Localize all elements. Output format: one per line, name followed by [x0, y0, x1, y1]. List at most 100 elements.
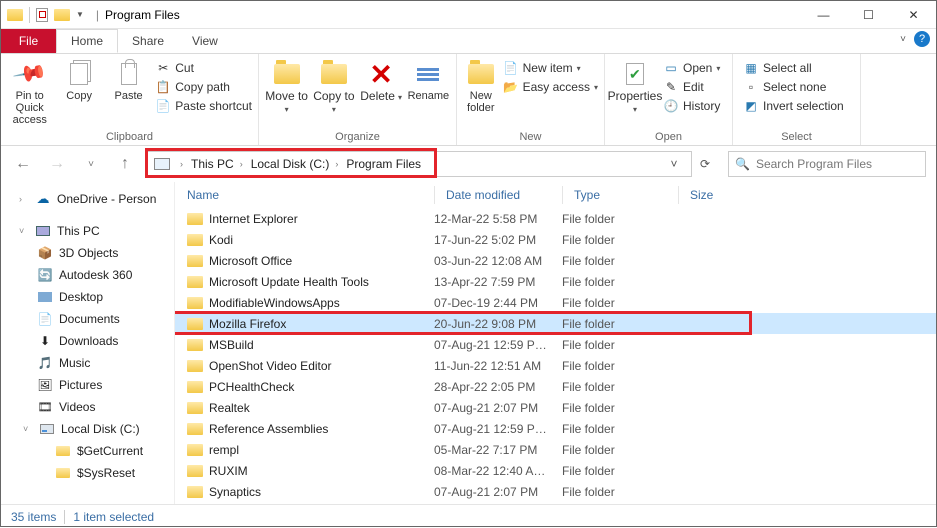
- file-row[interactable]: Microsoft Office03-Jun-22 12:08 AMFile f…: [175, 250, 936, 271]
- breadcrumb-drive[interactable]: Local Disk (C:)›: [251, 157, 343, 171]
- home-tab[interactable]: Home: [56, 29, 118, 53]
- nav-item[interactable]: $SysReset: [1, 462, 174, 484]
- nav-item[interactable]: 📄Documents: [1, 308, 174, 330]
- nav-item[interactable]: 🎞Videos: [1, 396, 174, 418]
- file-type: File folder: [562, 275, 678, 289]
- breadcrumb-folder[interactable]: Program Files: [346, 157, 421, 171]
- back-button[interactable]: ←: [11, 152, 35, 176]
- file-row[interactable]: Microsoft Update Health Tools13-Apr-22 7…: [175, 271, 936, 292]
- nav-item[interactable]: ⬇Downloads: [1, 330, 174, 352]
- column-date[interactable]: Date modified: [434, 188, 562, 202]
- file-date: 12-Mar-22 5:58 PM: [434, 212, 562, 226]
- file-name: MSBuild: [209, 338, 254, 352]
- easy-access-icon: 📂: [503, 79, 519, 95]
- paste-shortcut-button[interactable]: 📄Paste shortcut: [155, 98, 252, 114]
- separator: |: [96, 8, 99, 22]
- nav-item[interactable]: ˅Local Disk (C:): [1, 418, 174, 440]
- file-date: 07-Dec-19 2:44 PM: [434, 296, 562, 310]
- select-all-icon: ▦: [743, 60, 759, 76]
- file-row[interactable]: PCHealthCheck28-Apr-22 2:05 PMFile folde…: [175, 376, 936, 397]
- copy-to-button[interactable]: Copy to ▾: [312, 58, 355, 115]
- file-row[interactable]: rempl05-Mar-22 7:17 PMFile folder: [175, 439, 936, 460]
- file-row[interactable]: Mozilla Firefox20-Jun-22 9:08 PMFile fol…: [175, 313, 936, 334]
- file-row[interactable]: Synaptics07-Aug-21 2:07 PMFile folder: [175, 481, 936, 502]
- minimize-button[interactable]: —: [801, 1, 846, 28]
- select-all-button[interactable]: ▦Select all: [743, 60, 844, 76]
- refresh-button[interactable]: ⟳: [692, 151, 718, 177]
- address-dropdown-button[interactable]: ˅: [663, 157, 685, 171]
- folder-icon: [187, 276, 203, 288]
- delete-button[interactable]: ✕ Delete ▾: [360, 58, 403, 103]
- minimize-ribbon-icon[interactable]: ˅: [900, 34, 906, 45]
- edit-button[interactable]: ✎Edit: [663, 79, 720, 95]
- history-button[interactable]: 🕘History: [663, 98, 720, 114]
- search-placeholder: Search Program Files: [756, 157, 872, 171]
- column-type[interactable]: Type: [562, 188, 678, 202]
- file-row[interactable]: Reference Assemblies07-Aug-21 12:59 P…Fi…: [175, 418, 936, 439]
- nav-item[interactable]: 📦3D Objects: [1, 242, 174, 264]
- chevron-right-icon: ›: [335, 159, 338, 169]
- qat-chevron-icon[interactable]: ▼: [76, 10, 84, 19]
- nav-onedrive[interactable]: ›☁OneDrive - Person: [1, 188, 174, 210]
- nav-item[interactable]: 🎵Music: [1, 352, 174, 374]
- rename-button[interactable]: Rename: [407, 58, 450, 102]
- file-row[interactable]: Kodi17-Jun-22 5:02 PMFile folder: [175, 229, 936, 250]
- share-tab[interactable]: Share: [118, 29, 178, 53]
- file-row[interactable]: ModifiableWindowsApps07-Dec-19 2:44 PMFi…: [175, 292, 936, 313]
- quick-access-toolbar: ▼: [1, 7, 90, 23]
- file-name: rempl: [209, 443, 239, 457]
- file-row[interactable]: OpenShot Video Editor11-Jun-22 12:51 AMF…: [175, 355, 936, 376]
- paste-button[interactable]: Paste: [106, 58, 151, 102]
- chevron-down-icon: ▾: [398, 93, 402, 102]
- maximize-button[interactable]: ☐: [846, 1, 891, 28]
- column-size[interactable]: Size: [678, 188, 758, 202]
- file-list: Name Date modified Type Size Internet Ex…: [175, 182, 936, 504]
- properties-button[interactable]: Properties ▾: [611, 58, 659, 115]
- nav-item[interactable]: 🖼Pictures: [1, 374, 174, 396]
- column-name[interactable]: Name: [175, 188, 434, 202]
- folder-icon: [187, 318, 203, 330]
- new-folder-icon[interactable]: [54, 9, 70, 21]
- file-tab[interactable]: File: [1, 29, 56, 53]
- invert-selection-button[interactable]: ◩Invert selection: [743, 98, 844, 114]
- file-name: RUXIM: [209, 464, 248, 478]
- search-box[interactable]: 🔍 Search Program Files: [728, 151, 926, 177]
- nav-item[interactable]: $GetCurrent: [1, 440, 174, 462]
- breadcrumb-bar[interactable]: › This PC› Local Disk (C:)› Program File…: [147, 151, 692, 177]
- copy-path-button[interactable]: 📋Copy path: [155, 79, 252, 95]
- file-rows[interactable]: Internet Explorer12-Mar-22 5:58 PMFile f…: [175, 208, 936, 504]
- select-group: ▦Select all ▫Select none ◩Invert selecti…: [733, 54, 861, 145]
- nav-this-pc[interactable]: ˅This PC: [1, 220, 174, 242]
- copy-button[interactable]: Copy: [56, 58, 101, 102]
- nav-item[interactable]: Desktop: [1, 286, 174, 308]
- file-row[interactable]: RUXIM08-Mar-22 12:40 A…File folder: [175, 460, 936, 481]
- file-name: ModifiableWindowsApps: [209, 296, 340, 310]
- new-folder-button[interactable]: New folder: [463, 58, 499, 114]
- address-bar: ← → ˅ ↑ › This PC› Local Disk (C:)› Prog…: [1, 146, 936, 182]
- open-button[interactable]: ▭Open ▾: [663, 60, 720, 76]
- help-icon[interactable]: ?: [914, 31, 930, 47]
- file-row[interactable]: Internet Explorer12-Mar-22 5:58 PMFile f…: [175, 208, 936, 229]
- easy-access-button[interactable]: 📂Easy access ▾: [503, 79, 598, 95]
- up-button[interactable]: ↑: [113, 152, 137, 176]
- forward-button[interactable]: →: [45, 152, 69, 176]
- navigation-pane[interactable]: ›☁OneDrive - Person ˅This PC 📦3D Objects…: [1, 182, 175, 504]
- pin-quick-access-button[interactable]: 📌 Pin to Quick access: [7, 58, 52, 126]
- file-row[interactable]: Realtek07-Aug-21 2:07 PMFile folder: [175, 397, 936, 418]
- view-tab[interactable]: View: [178, 29, 232, 53]
- close-button[interactable]: ✕: [891, 1, 936, 28]
- move-to-button[interactable]: Move to ▾: [265, 58, 308, 115]
- content-area: ›☁OneDrive - Person ˅This PC 📦3D Objects…: [1, 182, 936, 504]
- file-row[interactable]: MSBuild07-Aug-21 12:59 P…File folder: [175, 334, 936, 355]
- breadcrumb-this-pc[interactable]: This PC›: [191, 157, 247, 171]
- nav-item[interactable]: 🔄Autodesk 360: [1, 264, 174, 286]
- recent-locations-button[interactable]: ˅: [79, 152, 103, 176]
- new-item-button[interactable]: 📄New item ▾: [503, 60, 598, 76]
- folder-icon: [187, 213, 203, 225]
- file-type: File folder: [562, 422, 678, 436]
- select-none-button[interactable]: ▫Select none: [743, 79, 844, 95]
- cut-button[interactable]: ✂Cut: [155, 60, 252, 76]
- chevron-down-icon: ▾: [633, 105, 637, 114]
- properties-icon[interactable]: [36, 8, 48, 22]
- file-type: File folder: [562, 464, 678, 478]
